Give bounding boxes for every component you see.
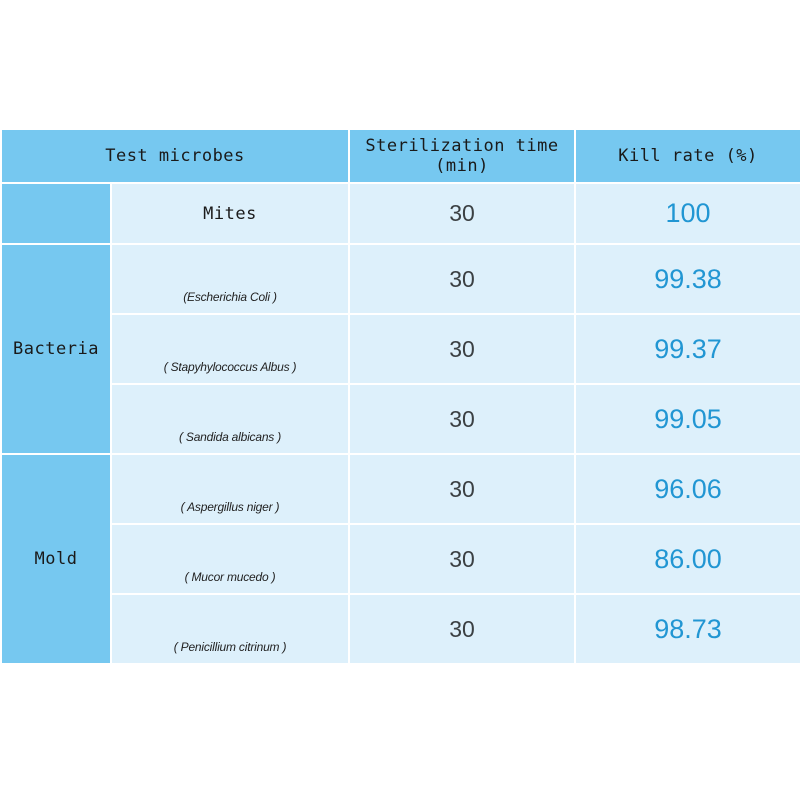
kill-rate-cell: 99.38 <box>576 245 800 313</box>
microbe-name-cell: ( Sandida albicans ) <box>112 385 348 453</box>
kill-rate-cell: 99.37 <box>576 315 800 383</box>
table-header: Test microbes Sterilization time (min) K… <box>2 130 800 182</box>
sterilization-time-cell: 30 <box>350 385 574 453</box>
table-header-row: Test microbes Sterilization time (min) K… <box>2 130 800 182</box>
table-row: ( Stapyhylococcus Albus ) 30 99.37 <box>2 315 800 383</box>
table-row: Mites 30 100 <box>2 184 800 243</box>
microbe-name-cell: ( Mucor mucedo ) <box>112 525 348 593</box>
table-row: Bacteria (Escherichia Coli ) 30 99.38 <box>2 245 800 453</box>
table-row: ( Sandida albicans ) 30 99.05 <box>2 385 800 453</box>
kill-rate-cell: 100 <box>576 184 800 243</box>
microbe-kill-rate-table-container: Test microbes Sterilization time (min) K… <box>0 128 800 663</box>
sterilization-time-cell: 30 <box>350 245 574 313</box>
microbe-name-cell: Mites <box>112 184 348 243</box>
sterilization-time-cell: 30 <box>350 184 574 243</box>
microbe-name-cell: ( Stapyhylococcus Albus ) <box>112 315 348 383</box>
table-body: Mites 30 100 Bacteria (Escherichia Coli … <box>2 184 800 663</box>
kill-rate-cell: 86.00 <box>576 525 800 593</box>
table-row: Mold ( Aspergillus niger ) 30 96.06 <box>2 455 800 663</box>
group-cell-bacteria: Bacteria <box>2 245 110 453</box>
sterilization-time-cell: 30 <box>350 455 574 523</box>
header-sterilization-time: Sterilization time (min) <box>350 130 574 182</box>
microbe-name-cell: (Escherichia Coli ) <box>112 245 348 313</box>
microbe-kill-rate-table: Test microbes Sterilization time (min) K… <box>0 128 800 665</box>
kill-rate-cell: 96.06 <box>576 455 800 523</box>
sterilization-time-cell: 30 <box>350 525 574 593</box>
table-row: ( Mucor mucedo ) 30 86.00 <box>2 525 800 593</box>
sterilization-time-cell: 30 <box>350 595 574 663</box>
header-kill-rate: Kill rate (%) <box>576 130 800 182</box>
group-cell-mold: Mold <box>2 455 110 663</box>
header-test-microbes: Test microbes <box>2 130 348 182</box>
sterilization-time-cell: 30 <box>350 315 574 383</box>
group-cell-blank <box>2 184 110 243</box>
microbe-name-cell: ( Penicillium citrinum ) <box>112 595 348 663</box>
kill-rate-cell: 98.73 <box>576 595 800 663</box>
microbe-name-cell: ( Aspergillus niger ) <box>112 455 348 523</box>
page-root: Test microbes Sterilization time (min) K… <box>0 0 800 800</box>
kill-rate-cell: 99.05 <box>576 385 800 453</box>
table-row: ( Penicillium citrinum ) 30 98.73 <box>2 595 800 663</box>
